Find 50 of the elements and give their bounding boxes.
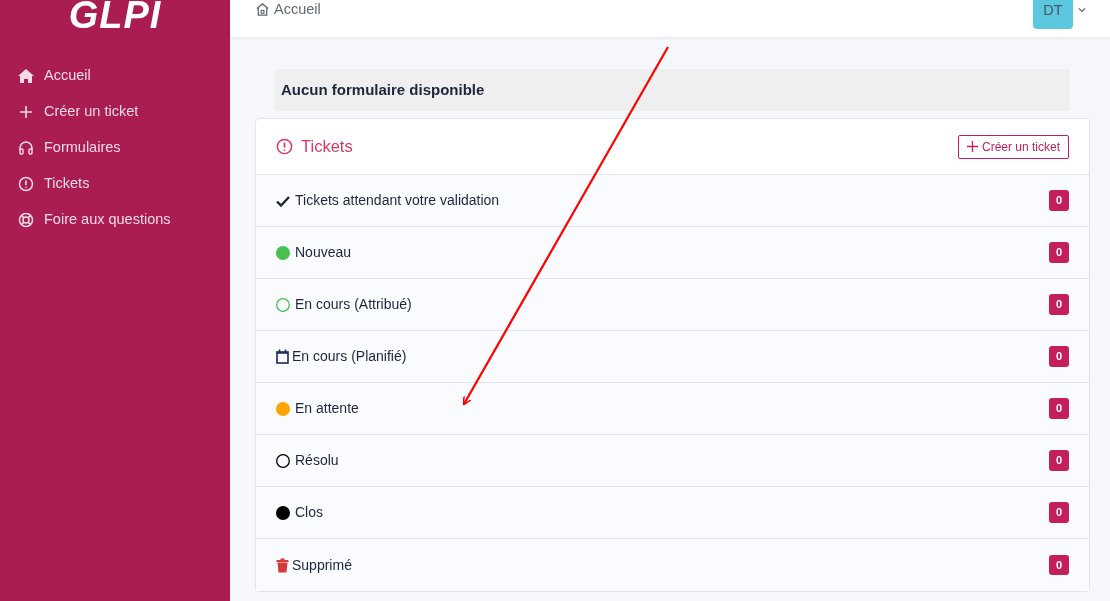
home-icon [255, 1, 270, 17]
alert-icon [276, 138, 293, 155]
count-badge: 0 [1048, 554, 1069, 576]
ticket-status-row[interactable]: Supprimé 0 [256, 539, 1089, 591]
ticket-status-row[interactable]: Nouveau 0 [256, 227, 1089, 279]
status-label: En cours (Attribué) [295, 295, 412, 314]
status-label: Résolu [295, 451, 339, 470]
status-label: Supprimé [292, 555, 352, 575]
sidebar-item[interactable]: Accueil [0, 58, 230, 94]
trash-icon [276, 557, 289, 573]
status-label: Tickets attendant votre validation [295, 191, 500, 210]
breadcrumb-link[interactable]: Accueil [255, 0, 321, 18]
count-badge: 0 [1048, 294, 1069, 315]
count-badge: 0 [1048, 502, 1069, 523]
headset-icon [18, 140, 34, 156]
ticket-status-row[interactable]: En cours (Attribué) 0 [256, 279, 1089, 331]
user-avatar[interactable]: DT [1033, 0, 1073, 29]
ticket-status-row[interactable]: Résolu 0 [256, 435, 1089, 487]
count-badge: 0 [1048, 242, 1069, 263]
calendar-icon [276, 349, 289, 364]
ticket-status-row[interactable]: En cours (Planifié) 0 [256, 331, 1089, 383]
card-title: Tickets [276, 134, 353, 159]
ticket-status-row[interactable]: Clos 0 [256, 487, 1089, 539]
status-ring-icon [276, 453, 290, 468]
count-badge: 0 [1048, 450, 1069, 471]
sidebar-item[interactable]: Tickets [0, 166, 230, 202]
status-dot [276, 245, 290, 260]
status-label: En cours (Planifié) [292, 347, 407, 366]
ticket-status-row[interactable]: En attente 0 [256, 383, 1089, 435]
plus-icon [18, 104, 34, 120]
status-label: Nouveau [295, 243, 352, 262]
count-badge: 0 [1048, 398, 1069, 419]
sidebar-item[interactable]: Foire aux questions [0, 202, 230, 238]
lifebuoy-icon [18, 212, 34, 228]
count-badge: 0 [1048, 346, 1069, 367]
sidebar-item[interactable]: Formulaires [0, 130, 230, 166]
logo[interactable]: GLPI [0, 0, 230, 34]
notice-banner: Aucun formulaire disponible [275, 69, 1070, 111]
sidebar-item[interactable]: Créer un ticket [0, 94, 230, 130]
create-ticket-button[interactable]: Créer un ticket [957, 134, 1069, 159]
status-dot [276, 505, 290, 520]
alert-icon [18, 176, 34, 192]
status-label: En attente [295, 399, 359, 418]
status-ring-icon [276, 297, 290, 312]
plus-icon [966, 141, 978, 152]
count-badge: 0 [1048, 190, 1069, 211]
home-icon [18, 68, 34, 84]
status-dot [276, 401, 290, 416]
status-label: Clos [295, 503, 323, 522]
ticket-status-row[interactable]: Tickets attendant votre validation 0 [256, 175, 1089, 227]
